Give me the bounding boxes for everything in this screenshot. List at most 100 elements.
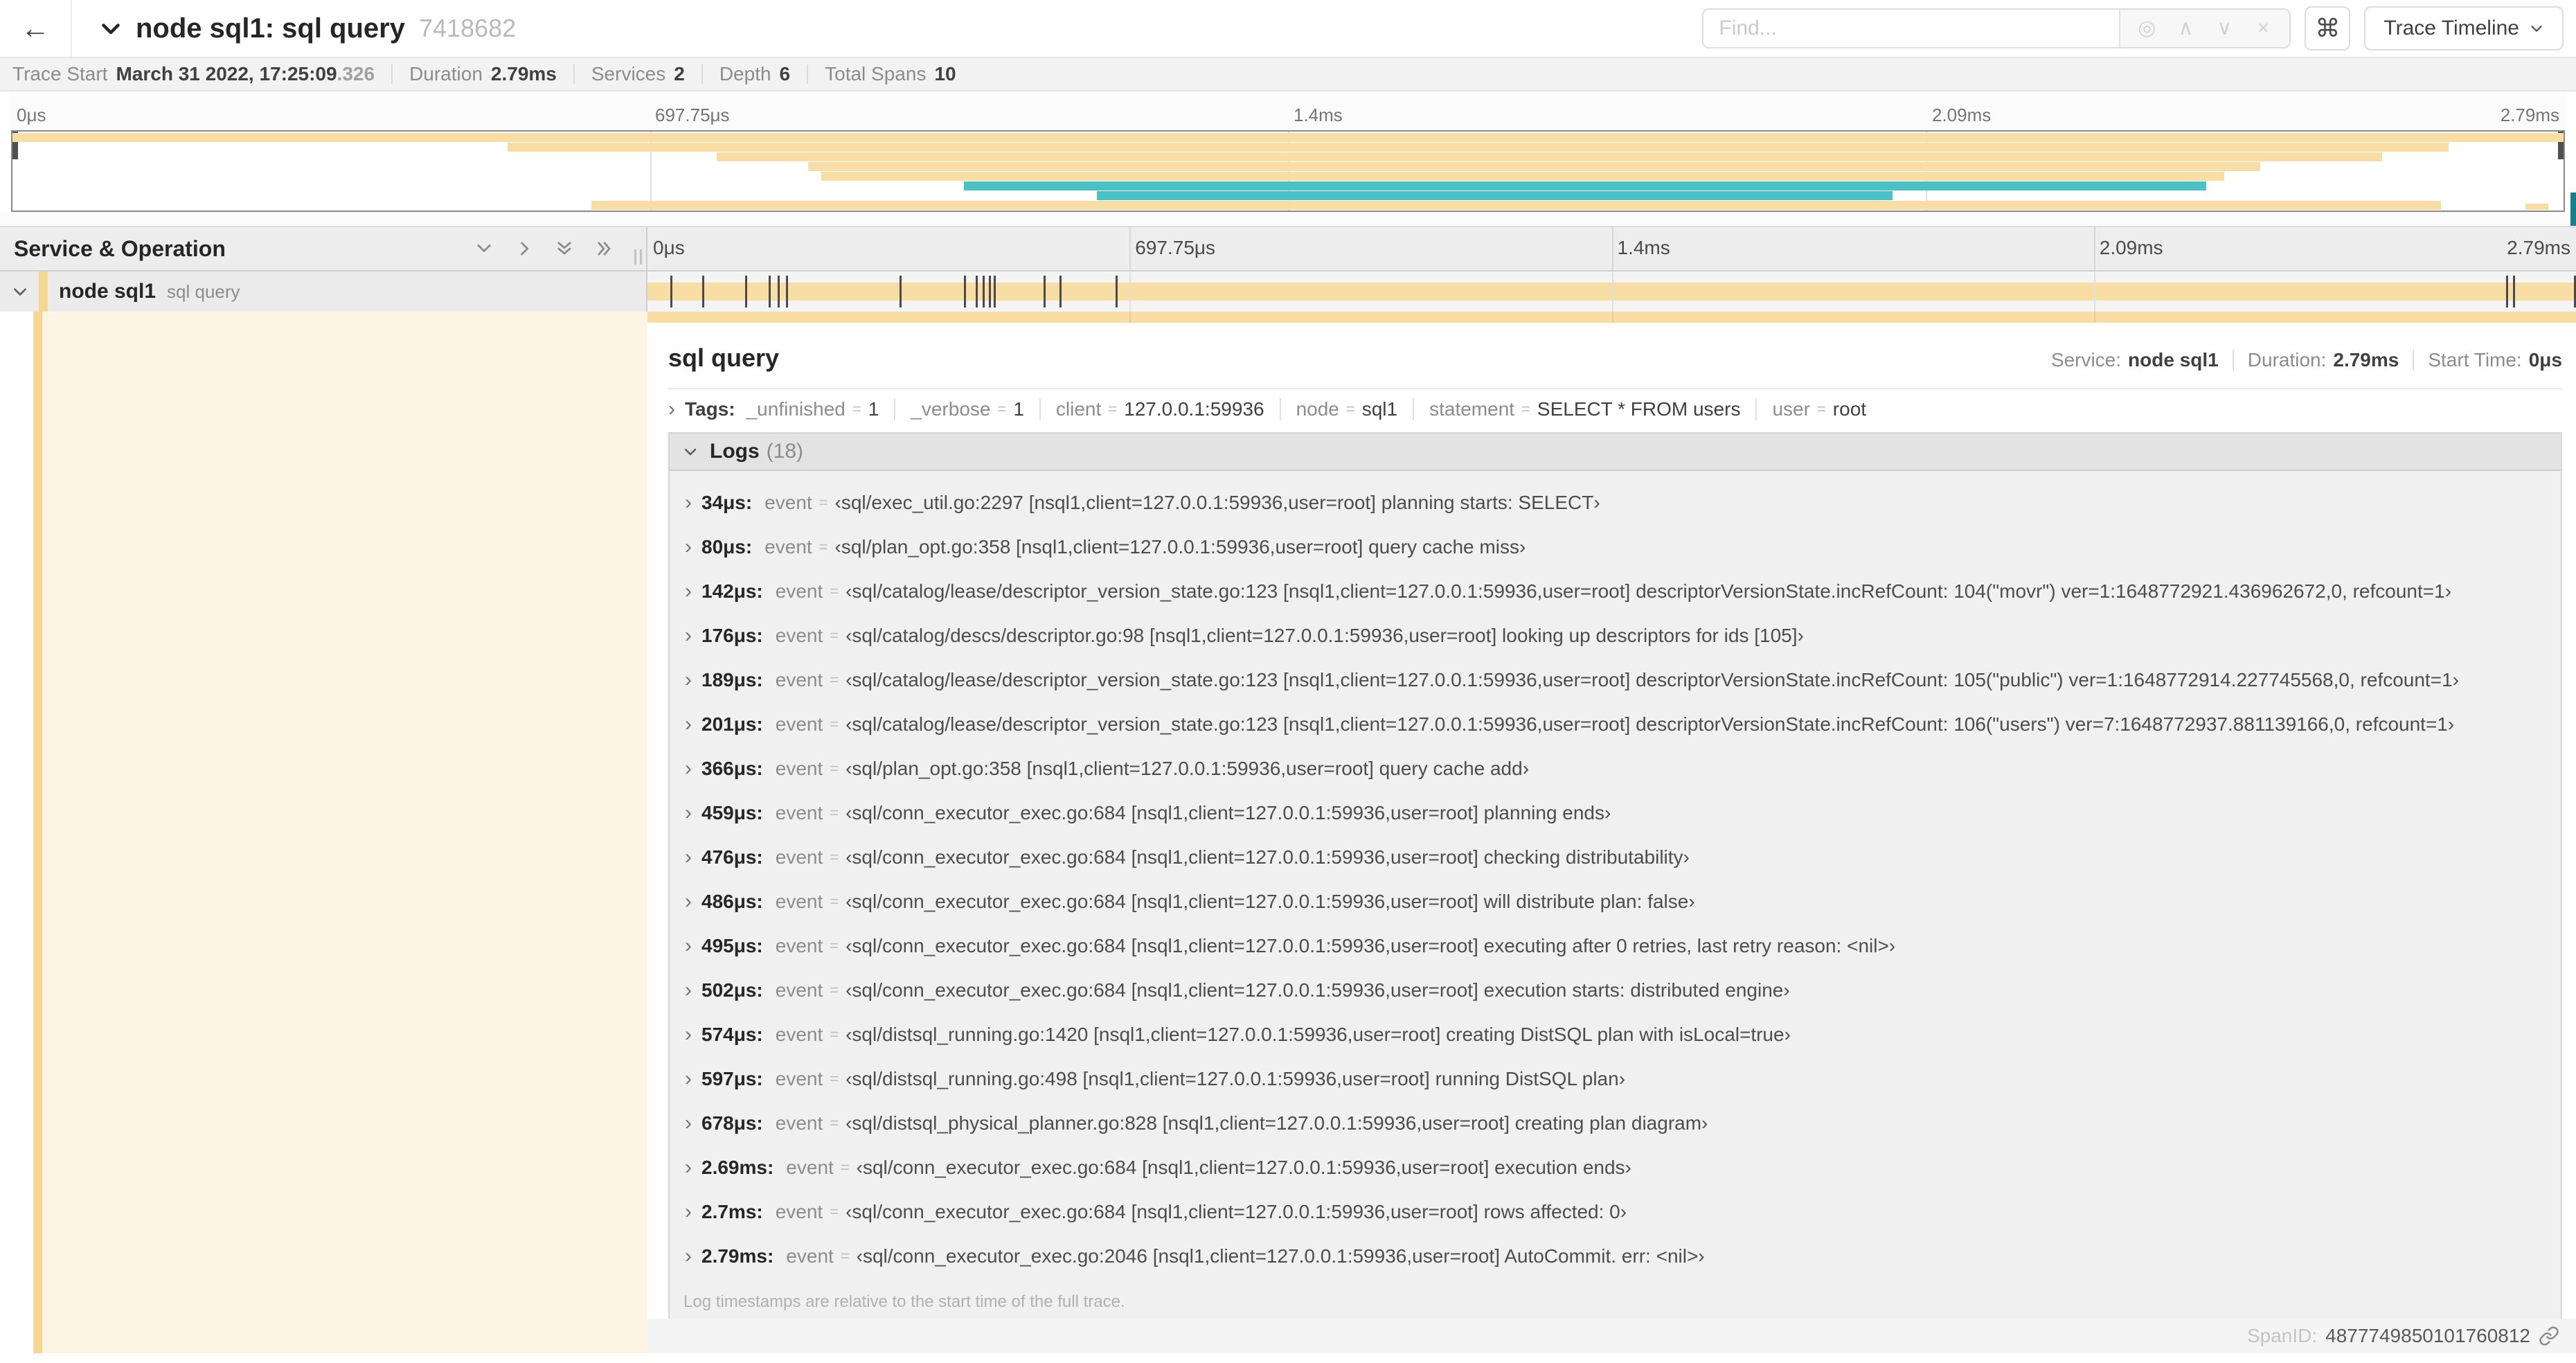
log-row[interactable]: › 486μs: event = ‹sql/conn_executor_exec.go:… — [670, 880, 2561, 924]
find-input[interactable] — [1703, 10, 2120, 47]
log-row[interactable]: › 366μs: event = ‹sql/plan_opt.go:358 [nsql1… — [670, 747, 2561, 791]
detail-accent-row — [0, 312, 2576, 323]
column-resizer-grip[interactable] — [634, 249, 642, 265]
tag-item: statement = SELECT * FROM users — [1429, 398, 1740, 420]
log-timestamp: 678μs: — [701, 1112, 763, 1134]
log-timestamp: 495μs: — [701, 935, 763, 956]
log-row[interactable]: › 201μs: event = ‹sql/catalog/lease/descript… — [670, 702, 2561, 747]
log-row[interactable]: › 2.7ms: event = ‹sql/conn_executor_exec.go:… — [670, 1190, 2561, 1234]
log-row[interactable]: › 2.69ms: event = ‹sql/conn_executor_exec.go… — [670, 1146, 2561, 1190]
previous-match-icon[interactable]: ∧ — [2166, 10, 2205, 47]
equals-sign: = — [830, 1070, 839, 1087]
span-row-name-cell[interactable]: node sql1 sql query — [0, 271, 647, 312]
span-track[interactable] — [647, 271, 2576, 312]
log-value: ‹sql/conn_executor_exec.go:684 [nsql1,cl… — [846, 891, 1695, 912]
log-value: ‹sql/catalog/lease/descriptor_version_st… — [846, 713, 2455, 735]
log-row[interactable]: › 80μs: event = ‹sql/plan_opt.go:358 [nsql1,… — [670, 525, 2561, 569]
log-row[interactable]: › 459μs: event = ‹sql/conn_executor_exec.go:… — [670, 791, 2561, 835]
back-button[interactable]: ← — [0, 0, 72, 57]
deep-link-icon[interactable] — [2539, 1326, 2559, 1346]
detail-left-background — [42, 323, 647, 1353]
log-timestamp: 2.7ms: — [701, 1201, 763, 1222]
log-row[interactable]: › 678μs: event = ‹sql/distsql_physical_plann… — [670, 1101, 2561, 1146]
chevron-right-icon: › — [685, 934, 692, 957]
next-match-icon[interactable]: ∨ — [2205, 10, 2244, 47]
chevron-right-icon: › — [685, 1245, 692, 1267]
focus-match-icon[interactable]: ◎ — [2127, 10, 2166, 47]
separator — [894, 398, 896, 420]
trace-collapse-chevron-icon[interactable] — [98, 16, 123, 41]
expand-all-icon[interactable] — [555, 239, 574, 258]
tag-key: _unfinished — [746, 398, 846, 420]
equals-sign: = — [830, 627, 839, 644]
log-key: event — [775, 935, 823, 956]
separator — [2232, 350, 2234, 371]
chevron-right-icon: › — [685, 1200, 692, 1223]
log-row[interactable]: › 142μs: event = ‹sql/catalog/lease/descript… — [670, 569, 2561, 614]
log-value: ‹sql/distsql_running.go:498 [nsql1,clien… — [846, 1068, 1626, 1089]
collapse-all-icon[interactable] — [595, 239, 614, 258]
timeline-gridline — [2093, 271, 2095, 312]
trace-stats-bar: Trace Start March 31 2022, 17:25:09.326 Du… — [0, 57, 2576, 91]
keyboard-shortcuts-button[interactable]: ⌘ — [2305, 6, 2351, 51]
overview-value: 0μs — [2528, 349, 2562, 371]
scrollbar-thumb[interactable] — [2570, 193, 2576, 226]
log-row[interactable]: › 574μs: event = ‹sql/distsql_running.go:142… — [670, 1013, 2561, 1057]
log-key: event — [764, 536, 812, 558]
log-row[interactable]: › 2.79ms: event = ‹sql/conn_executor_exec.go… — [670, 1234, 2561, 1279]
expand-one-icon[interactable] — [474, 239, 494, 258]
log-row[interactable]: › 176μs: event = ‹sql/catalog/descs/descript… — [670, 614, 2561, 658]
log-marker-tick — [768, 276, 771, 308]
page-title[interactable]: node sql1: sql query — [136, 13, 405, 44]
equals-sign: = — [1108, 400, 1118, 418]
equals-sign: = — [819, 538, 828, 555]
log-row[interactable]: › 189μs: event = ‹sql/catalog/lease/descript… — [670, 658, 2561, 702]
span-row[interactable]: node sql1 sql query — [0, 271, 2576, 312]
tags-accordion-row[interactable]: › Tags: _unfinished = 1 _verbose = 1 client = 12… — [668, 389, 2562, 429]
stat-item: Duration 2.79ms — [409, 63, 557, 85]
equals-sign: = — [830, 715, 839, 733]
chevron-right-icon: › — [685, 491, 692, 514]
log-value: ‹sql/plan_opt.go:358 [nsql1,client=127.0… — [846, 758, 1530, 779]
log-marker-tick — [701, 276, 704, 308]
logs-header[interactable]: Logs (18) — [670, 434, 2561, 471]
equals-sign: = — [830, 671, 839, 688]
log-marker-tick — [777, 276, 780, 308]
log-row[interactable]: › 502μs: event = ‹sql/conn_executor_exec.go:… — [670, 968, 2561, 1013]
span-service-name: node sql1 — [59, 280, 156, 303]
log-row[interactable]: › 495μs: event = ‹sql/conn_executor_exec.go:… — [670, 924, 2561, 968]
collapse-one-icon[interactable] — [515, 239, 534, 258]
overview-label: Start Time: — [2428, 349, 2522, 371]
log-key: event — [775, 625, 823, 646]
find-tools: ◎ ∧ ∨ × — [2119, 10, 2290, 47]
detail-accent-left — [0, 312, 647, 323]
log-key: event — [775, 580, 823, 602]
equals-sign: = — [819, 494, 828, 511]
equals-sign: = — [1521, 400, 1530, 418]
stat-item: Depth 6 — [719, 63, 790, 85]
log-key: event — [764, 492, 812, 513]
span-collapse-chevron-icon[interactable] — [11, 283, 29, 301]
stat-value: 6 — [779, 63, 791, 84]
log-row[interactable]: › 476μs: event = ‹sql/conn_executor_exec.go:… — [670, 835, 2561, 880]
trace-view-selector[interactable]: Trace Timeline — [2364, 6, 2564, 51]
log-marker-tick — [744, 276, 747, 308]
separator — [807, 64, 809, 84]
overview-value: 2.79ms — [2333, 349, 2399, 371]
equals-sign: = — [830, 760, 839, 777]
stat-value: 2.79ms — [490, 63, 557, 84]
tag-item: user = root — [1772, 398, 1866, 420]
logs-title: Logs — [710, 440, 760, 463]
minimap-span-bar — [716, 152, 2383, 161]
log-key: event — [775, 979, 823, 1001]
log-row[interactable]: › 34μs: event = ‹sql/exec_util.go:2297 [nsql… — [670, 481, 2561, 525]
clear-search-icon[interactable]: × — [2244, 10, 2282, 47]
log-row[interactable]: › 597μs: event = ‹sql/distsql_running.go:498… — [670, 1057, 2561, 1101]
chevron-right-icon: › — [685, 801, 692, 824]
log-timestamp: 486μs: — [701, 891, 763, 912]
equals-sign: = — [997, 400, 1007, 418]
tag-key: _verbose — [911, 398, 991, 420]
log-key: event — [775, 1024, 823, 1045]
log-key: event — [775, 891, 823, 912]
minimap-canvas[interactable] — [11, 130, 2565, 212]
